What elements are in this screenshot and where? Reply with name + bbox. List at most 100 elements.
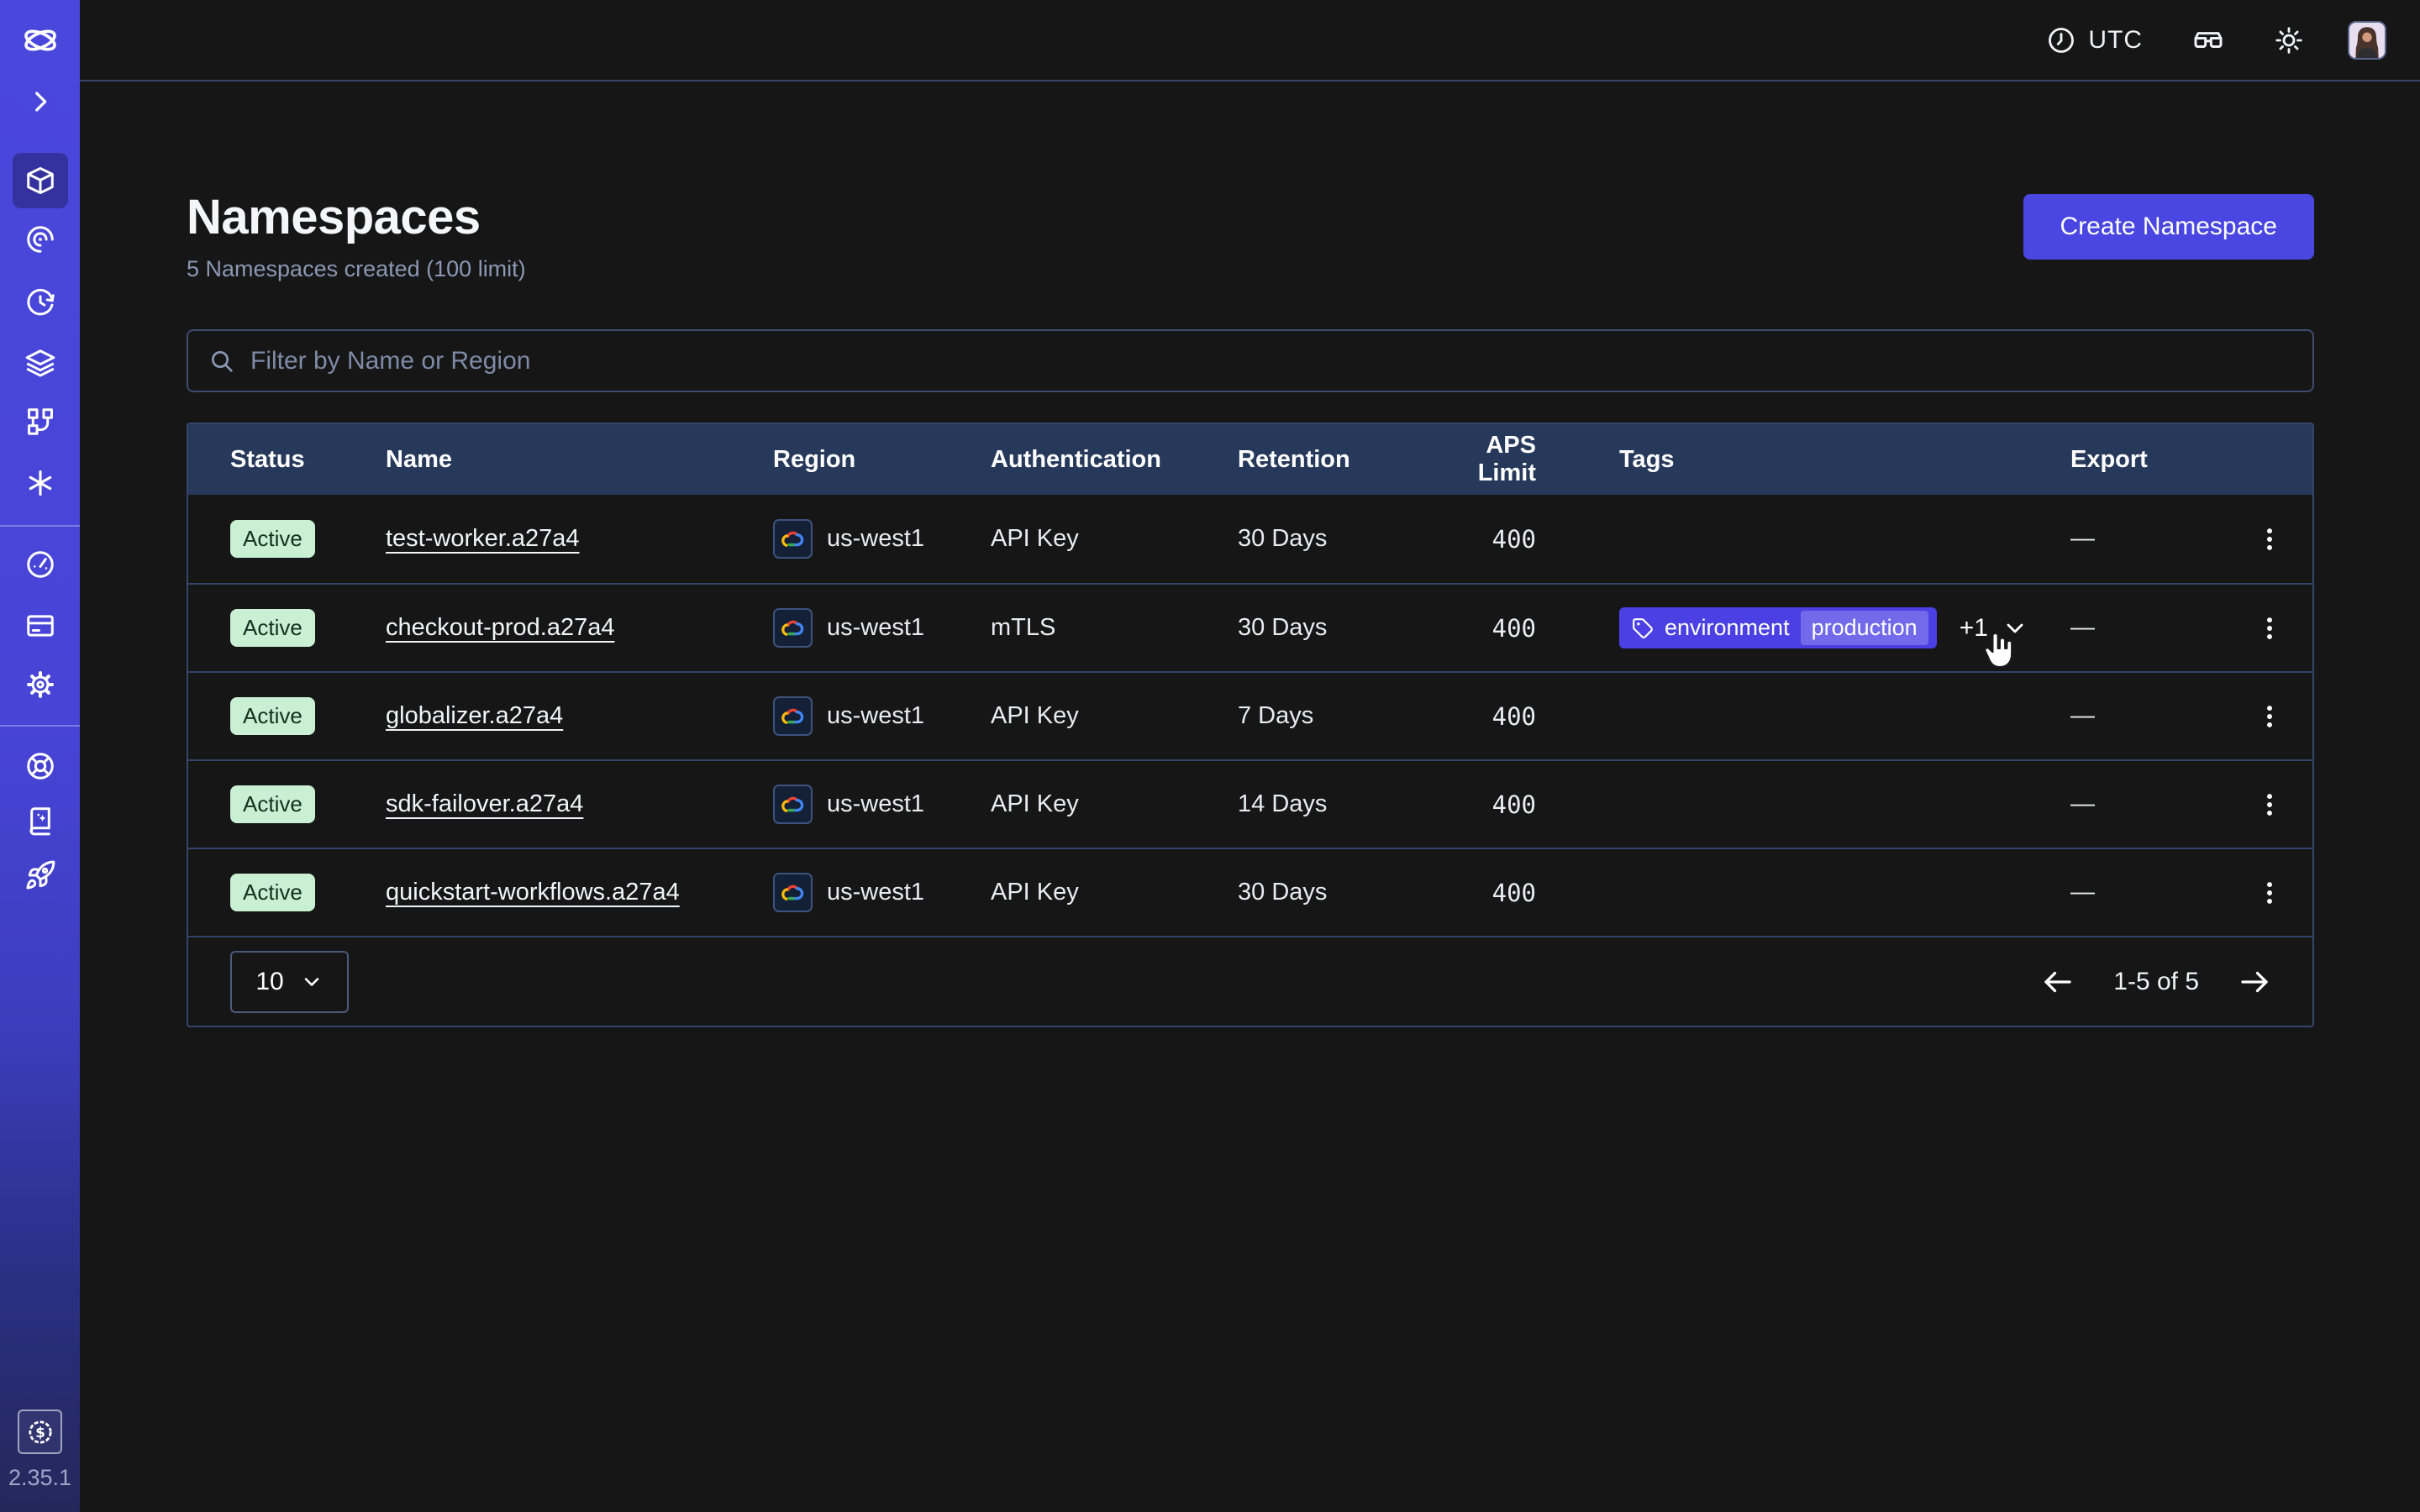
row-actions-kebab[interactable] [2243, 778, 2296, 832]
sidebar-divider [0, 725, 80, 727]
tag-pill[interactable]: environment production [1619, 607, 1937, 648]
namespace-link[interactable]: sdk-failover.a27a4 [386, 790, 583, 817]
region-label: us-west1 [827, 702, 924, 730]
row-actions-kebab[interactable] [2243, 601, 2296, 655]
previous-page-button[interactable] [2040, 964, 2075, 1000]
sidebar-item-docs[interactable] [0, 793, 80, 848]
spiral-icon [24, 223, 56, 255]
gcp-cloud-icon [773, 519, 813, 559]
next-page-button[interactable] [2237, 964, 2272, 1000]
column-header-retention: Retention [1238, 446, 1431, 474]
aps-limit-cell: 400 [1431, 879, 1536, 907]
page-title: Namespaces [187, 189, 526, 245]
create-namespace-button[interactable]: Create Namespace [2023, 194, 2314, 260]
auth-cell: API Key [991, 702, 1238, 730]
clock-icon [2046, 25, 2076, 55]
filter-input[interactable] [250, 347, 2292, 375]
status-badge: Active [230, 697, 315, 735]
page-size-select[interactable]: 10 [230, 951, 349, 1013]
layers-icon [24, 347, 56, 379]
region-label: us-west1 [827, 790, 924, 818]
chevron-down-icon [2002, 615, 2028, 642]
lifebuoy-icon [24, 750, 56, 782]
column-header-authentication: Authentication [991, 446, 1238, 474]
column-header-tags: Tags [1536, 446, 2070, 474]
sidebar-item-usage[interactable] [0, 537, 80, 592]
sidebar: $ 2.35.1 [0, 0, 80, 1512]
branch-icon [24, 406, 56, 438]
temporal-logo[interactable] [0, 13, 80, 68]
theme-toggle[interactable] [2274, 25, 2304, 55]
arrow-left-icon [2040, 964, 2075, 1000]
svg-text:$: $ [35, 1425, 45, 1441]
gcp-cloud-icon [773, 696, 813, 736]
accessibility-glasses-button[interactable] [2191, 24, 2225, 57]
sidebar-item-support[interactable] [0, 738, 80, 794]
aps-limit-cell: 400 [1431, 790, 1536, 819]
export-cell: — [2070, 525, 2226, 553]
timezone-selector[interactable]: UTC [2046, 25, 2143, 55]
status-badge: Active [230, 609, 315, 647]
auth-cell: API Key [991, 879, 1238, 906]
auth-cell: mTLS [991, 614, 1238, 642]
row-actions-kebab[interactable] [2243, 690, 2296, 743]
page-size-value: 10 [255, 968, 283, 996]
avatar-portrait [2349, 23, 2385, 58]
retention-cell: 14 Days [1238, 790, 1431, 818]
column-header-region: Region [773, 446, 991, 474]
status-badge: Active [230, 785, 315, 823]
rocket-icon [24, 859, 56, 891]
row-actions-kebab[interactable] [2243, 866, 2296, 920]
sidebar-collapse-toggle[interactable] [0, 74, 80, 129]
asterisk-icon [24, 467, 56, 499]
namespace-link[interactable]: globalizer.a27a4 [386, 702, 563, 729]
sidebar-item-batch[interactable] [0, 455, 80, 511]
billing-card-icon [24, 610, 56, 642]
gcp-cloud-icon [773, 873, 813, 912]
tag-overflow-count: +1 [1960, 614, 1988, 643]
book-sparkle-icon [24, 805, 56, 837]
user-avatar[interactable] [2348, 21, 2386, 60]
namespace-link[interactable]: checkout-prod.a27a4 [386, 614, 614, 641]
schedule-clock-icon [24, 286, 56, 318]
tag-expand-button[interactable] [2002, 615, 2028, 642]
column-header-name: Name [386, 446, 773, 474]
sidebar-item-billing[interactable] [0, 598, 80, 654]
tag-icon [1632, 617, 1654, 639]
retention-cell: 30 Days [1238, 879, 1431, 906]
namespace-link[interactable]: test-worker.a27a4 [386, 525, 580, 552]
sidebar-divider [0, 525, 80, 527]
topbar: UTC [80, 0, 2420, 81]
chevron-right-icon [26, 87, 55, 116]
column-header-status: Status [230, 446, 386, 474]
region-label: us-west1 [827, 879, 924, 906]
retention-cell: 30 Days [1238, 614, 1431, 642]
aps-limit-cell: 400 [1431, 702, 1536, 731]
sidebar-item-settings[interactable] [0, 657, 80, 712]
search-icon [208, 348, 235, 375]
namespaces-cube-icon [24, 165, 56, 197]
namespace-link[interactable]: quickstart-workflows.a27a4 [386, 879, 680, 906]
sidebar-item-nexus[interactable] [0, 212, 80, 267]
auth-cell: API Key [991, 790, 1238, 818]
table-row: Active globalizer.a27a4 us-west1 API Key [188, 671, 2312, 759]
retention-cell: 7 Days [1238, 702, 1431, 730]
tags-cell: environment production +1 [1536, 607, 2070, 648]
sidebar-item-deployments[interactable] [0, 394, 80, 449]
tag-key: environment [1665, 615, 1790, 641]
app-version: 2.35.1 [0, 1465, 80, 1491]
export-cell: — [2070, 702, 2226, 730]
sidebar-item-namespaces[interactable] [0, 153, 80, 208]
status-badge: Active [230, 874, 315, 911]
status-badge: Active [230, 520, 315, 558]
sidebar-item-layers[interactable] [0, 335, 80, 391]
usage-credits-button[interactable]: $ [18, 1410, 62, 1454]
aps-limit-cell: 400 [1431, 614, 1536, 643]
sidebar-item-getting-started[interactable] [0, 848, 80, 903]
retention-cell: 30 Days [1238, 525, 1431, 553]
gauge-icon [24, 549, 56, 580]
row-actions-kebab[interactable] [2243, 512, 2296, 566]
region-label: us-west1 [827, 614, 924, 642]
namespace-count-subtitle: 5 Namespaces created (100 limit) [187, 256, 526, 282]
sidebar-item-schedules[interactable] [0, 275, 80, 330]
